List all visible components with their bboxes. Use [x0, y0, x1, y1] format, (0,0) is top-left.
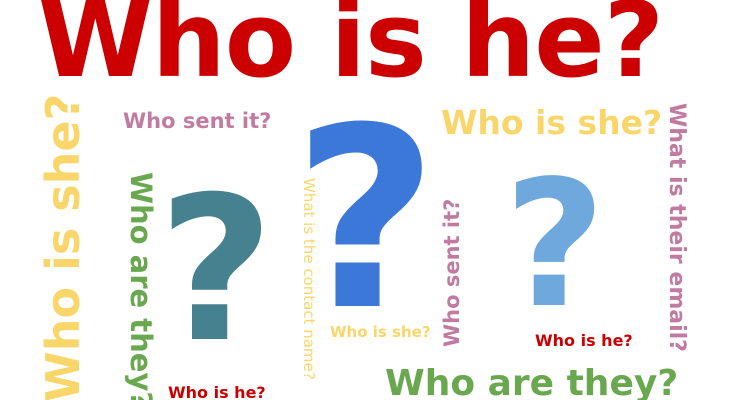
question-mark-icon-teal: ?	[158, 154, 275, 387]
vertical-what-is-their-email: What is their email?	[664, 103, 689, 352]
who-is-he-bottom: Who is he?	[168, 383, 266, 400]
vertical-who-sent-it: Who sent it?	[440, 198, 464, 347]
word-cloud: Who is he? Who is she? Who sent it? Who …	[0, 0, 733, 400]
vertical-who-are-they: Who are they?	[124, 172, 158, 400]
who-is-she-top: Who is she?	[441, 103, 663, 142]
question-mark-icon-blue: ?	[293, 74, 439, 365]
who-are-they-bottom: Who are they?	[385, 363, 679, 400]
question-mark-icon-light-blue: ?	[504, 144, 606, 347]
who-sent-it-top: Who sent it?	[123, 109, 272, 133]
vertical-who-is-she-large: Who is she?	[36, 93, 90, 400]
